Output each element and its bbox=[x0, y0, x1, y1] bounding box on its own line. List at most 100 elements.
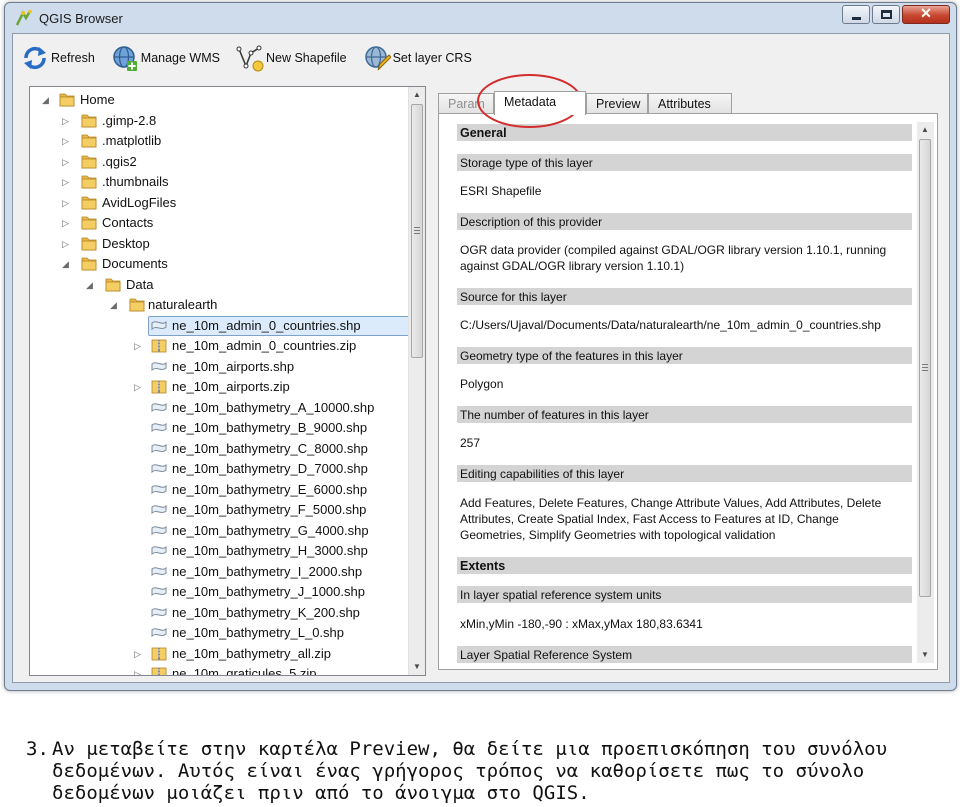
folder-icon bbox=[80, 153, 98, 171]
srs-header: Layer Spatial Reference System bbox=[457, 646, 912, 663]
tree-item[interactable]: ▷ Contacts bbox=[30, 213, 409, 234]
set-layer-crs-label: Set layer CRS bbox=[392, 51, 472, 65]
tree-item-label: .thumbnails bbox=[102, 174, 169, 189]
expand-arrow-icon[interactable]: ▷ bbox=[62, 135, 72, 147]
tree-item[interactable]: ne_10m_bathymetry_G_4000.shp bbox=[30, 521, 409, 542]
collapse-arrow-icon[interactable]: ◢ bbox=[62, 258, 72, 270]
file-tree[interactable]: ◢ Home ▷ .gimp-2.8 ▷ .matplotlib ▷ .qgis2 ▷ .thum… bbox=[29, 86, 426, 676]
minimize-button[interactable] bbox=[842, 5, 870, 24]
scroll-down-button[interactable]: ▼ bbox=[409, 659, 425, 675]
collapse-arrow-icon[interactable]: ◢ bbox=[110, 299, 120, 311]
tree-item[interactable]: ▷ .gimp-2.8 bbox=[30, 111, 409, 132]
expand-arrow-icon[interactable]: ▷ bbox=[62, 176, 72, 188]
tree-item[interactable]: ne_10m_bathymetry_J_1000.shp bbox=[30, 582, 409, 603]
tree-item[interactable]: ▷ ne_10m_bathymetry_all.zip bbox=[30, 644, 409, 665]
caption-buttons: ✕ bbox=[840, 5, 950, 24]
collapse-arrow-icon[interactable]: ◢ bbox=[86, 279, 96, 291]
tree-item[interactable]: ◢ Documents bbox=[30, 254, 409, 275]
tree-item[interactable]: ne_10m_bathymetry_C_8000.shp bbox=[30, 439, 409, 460]
expand-arrow-icon[interactable]: ▷ bbox=[62, 238, 72, 250]
tree-item[interactable]: ▷ .matplotlib bbox=[30, 131, 409, 152]
tree-item[interactable]: ne_10m_airports.shp bbox=[30, 357, 409, 378]
polygon-layer-icon bbox=[150, 481, 168, 499]
polygon-layer-icon bbox=[150, 399, 168, 417]
provider-description-line-2: against GDAL/OGR library version 1.10.1) bbox=[460, 259, 685, 273]
maximize-button[interactable] bbox=[872, 5, 900, 24]
close-button[interactable]: ✕ bbox=[902, 5, 950, 24]
scroll-thumb[interactable] bbox=[411, 104, 423, 358]
tree-item[interactable]: ne_10m_admin_0_countries.shp bbox=[30, 315, 412, 337]
globe-add-icon bbox=[113, 46, 137, 71]
collapse-arrow-icon[interactable]: ◢ bbox=[42, 94, 52, 106]
expand-arrow-icon[interactable]: ▷ bbox=[134, 340, 144, 352]
qgis-app-icon bbox=[15, 9, 32, 26]
set-layer-crs-button[interactable]: Set layer CRS bbox=[363, 44, 472, 72]
tab-preview[interactable]: Preview bbox=[586, 93, 648, 114]
metadata-scroll-down-button[interactable]: ▼ bbox=[917, 647, 933, 663]
globe-pencil-icon bbox=[364, 46, 391, 71]
polygon-layer-icon bbox=[150, 440, 168, 458]
expand-arrow-icon[interactable]: ▷ bbox=[62, 156, 72, 168]
tree-item[interactable]: ▷ ne_10m_admin_0_countries.zip bbox=[30, 336, 409, 357]
tree-item-label: .qgis2 bbox=[102, 153, 137, 169]
polygon-layer-icon bbox=[150, 419, 168, 437]
folder-icon bbox=[80, 214, 98, 232]
expand-arrow-icon[interactable]: ▷ bbox=[62, 197, 72, 209]
tab-attributes[interactable]: Attributes bbox=[648, 93, 732, 114]
tree-item[interactable]: ▷ .qgis2 bbox=[30, 152, 409, 173]
tree-item[interactable]: ◢ naturalearth bbox=[30, 295, 409, 316]
tree-item[interactable]: ne_10m_bathymetry_F_5000.shp bbox=[30, 500, 409, 521]
tree-item[interactable]: ne_10m_bathymetry_L_0.shp bbox=[30, 623, 409, 644]
expand-arrow-icon[interactable]: ▷ bbox=[62, 115, 72, 127]
tree-item-label: Home bbox=[80, 92, 115, 107]
tree-item[interactable]: ◢ Home bbox=[30, 90, 409, 111]
metadata-scroll-thumb[interactable] bbox=[919, 139, 931, 597]
tree-item-label: ne_10m_bathymetry_H_3000.shp bbox=[172, 543, 368, 558]
expand-arrow-icon[interactable]: ▷ bbox=[134, 381, 144, 393]
editing-header: Editing capabilities of this layer bbox=[457, 465, 912, 482]
tree-item-label: ne_10m_graticules_5.zip bbox=[172, 666, 317, 676]
tree-item[interactable]: ne_10m_bathymetry_I_2000.shp bbox=[30, 562, 409, 583]
tree-item[interactable]: ▷ ne_10m_graticules_5.zip bbox=[30, 664, 409, 676]
tree-item[interactable]: ne_10m_bathymetry_A_10000.shp bbox=[30, 398, 409, 419]
expand-arrow-icon[interactable]: ▷ bbox=[134, 648, 144, 660]
tree-item[interactable]: ◢ Data bbox=[30, 275, 409, 296]
tree-item-label: Data bbox=[126, 276, 154, 292]
polygon-layer-icon bbox=[150, 563, 168, 581]
refresh-button[interactable]: Refresh bbox=[21, 44, 95, 72]
tree-item-label: Desktop bbox=[102, 235, 150, 251]
tree-item-label: ne_10m_airports.zip bbox=[172, 379, 290, 394]
folder-icon bbox=[58, 91, 76, 109]
polygon-layer-icon bbox=[150, 522, 168, 540]
tab-metadata[interactable]: Metadata bbox=[494, 91, 586, 115]
tree-scrollbar[interactable]: ▲ ▼ bbox=[408, 87, 425, 675]
tree-item[interactable]: ▷ AvidLogFiles bbox=[30, 193, 409, 214]
zip-archive-icon bbox=[150, 665, 168, 675]
folder-icon bbox=[128, 296, 146, 314]
tree-item[interactable]: ▷ .thumbnails bbox=[30, 172, 409, 193]
metadata-scroll-up-button[interactable]: ▲ bbox=[917, 122, 933, 138]
title-bar[interactable]: QGIS Browser ✕ bbox=[5, 3, 956, 33]
minimize-icon bbox=[852, 17, 861, 20]
expand-arrow-icon[interactable]: ▷ bbox=[134, 668, 144, 675]
tree-item[interactable]: ne_10m_bathymetry_H_3000.shp bbox=[30, 541, 409, 562]
tree-item-label: ne_10m_bathymetry_F_5000.shp bbox=[172, 502, 367, 517]
tree-item[interactable]: ne_10m_bathymetry_E_6000.shp bbox=[30, 480, 409, 501]
expand-arrow-icon[interactable]: ▷ bbox=[62, 217, 72, 229]
metadata-scrollbar[interactable]: ▲ ▼ bbox=[917, 122, 934, 663]
tree-item-label: .matplotlib bbox=[102, 133, 162, 148]
tree-item[interactable]: ne_10m_bathymetry_K_200.shp bbox=[30, 603, 409, 624]
new-shapefile-button[interactable]: New Shapefile bbox=[236, 44, 347, 72]
tree-item[interactable]: ▷ Desktop bbox=[30, 234, 409, 255]
units-header: In layer spatial reference system units bbox=[457, 586, 912, 603]
tree-item[interactable]: ne_10m_bathymetry_B_9000.shp bbox=[30, 418, 409, 439]
polygon-layer-icon bbox=[150, 460, 168, 478]
polygon-layer-icon bbox=[150, 583, 168, 601]
scroll-up-button[interactable]: ▲ bbox=[409, 87, 425, 103]
folder-icon bbox=[80, 112, 98, 130]
tree-item[interactable]: ne_10m_bathymetry_D_7000.shp bbox=[30, 459, 409, 480]
manage-wms-button[interactable]: Manage WMS bbox=[111, 44, 220, 72]
tree-item[interactable]: ▷ ne_10m_airports.zip bbox=[30, 377, 409, 398]
tree-item-label: ne_10m_bathymetry_J_1000.shp bbox=[172, 584, 365, 599]
zip-archive-icon bbox=[150, 378, 168, 396]
